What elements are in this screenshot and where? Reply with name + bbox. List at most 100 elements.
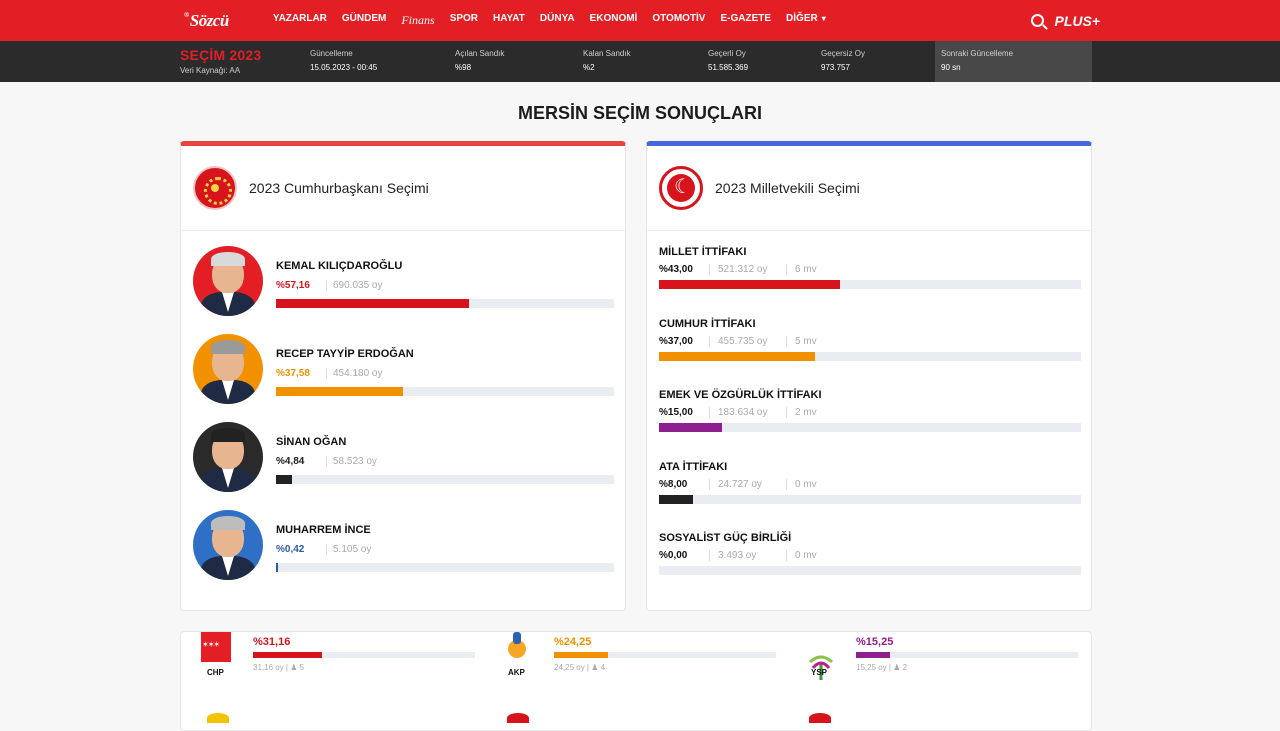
alliance-bar-fill <box>659 280 841 289</box>
alliance-name: MİLLET İTTİFAKI <box>659 246 747 258</box>
stat-label: Sonraki Güncelleme <box>941 49 1014 58</box>
presidential-card-title: 2023 Cumhurbaşkanı Seçimi <box>249 180 429 196</box>
party-pct-ysp: %15,25 <box>856 636 894 648</box>
alliance-row[interactable]: MİLLET İTTİFAKI %43,00 521.312 oy 6 mv <box>659 246 1081 301</box>
election-status-bar: SEÇİM 2023 Veri Kaynağı: AA Güncelleme 15… <box>0 41 1280 82</box>
alliance-percent: %43,00 <box>659 264 693 275</box>
candidate-bar-fill <box>276 299 470 308</box>
stat-value: 15.05.2023 - 00:45 <box>310 63 378 72</box>
nav-item-finans[interactable]: Finans <box>401 13 434 28</box>
party-meta-akp: 24,25 oy | ♟ 4 <box>554 663 606 672</box>
alliance-bar-track <box>659 280 1081 289</box>
top-navbar: ®Sözcü YAZARLAR GÜNDEM Finans SPOR HAYAT… <box>0 0 1280 41</box>
stat-label: Kalan Sandık <box>583 49 631 58</box>
candidate-bar-track <box>276 563 614 572</box>
candidate-row[interactable]: RECEP TAYYİP ERDOĞAN %37,58 454.180 oy <box>193 334 614 404</box>
nav-item-egazete[interactable]: E-GAZETE <box>720 13 771 28</box>
alliance-votes: 183.634 oy <box>709 407 768 418</box>
candidate-votes: 5.105 oy <box>326 544 371 555</box>
alliance-votes: 3.493 oy <box>709 550 756 561</box>
logo-text: Sözcü <box>189 10 230 30</box>
candidate-percent: %4,84 <box>276 456 305 467</box>
alliance-votes: 521.312 oy <box>709 264 768 275</box>
candidate-row[interactable]: KEMAL KILIÇDAROĞLU %57,16 690.035 oy <box>193 246 614 316</box>
candidate-bar-fill <box>276 563 278 572</box>
alliance-bar-fill <box>659 494 693 504</box>
nav-item-ekonomi[interactable]: EKONOMİ <box>590 13 638 28</box>
candidate-bar-fill <box>276 475 293 484</box>
alliance-bar-track <box>659 351 1081 361</box>
stat-opened-boxes: Açılan Sandık %98 <box>455 49 504 72</box>
party-pct-chp: %31,16 <box>253 636 291 648</box>
stat-label: Geçersiz Oy <box>821 49 866 58</box>
alliance-bar-track <box>659 423 1081 432</box>
party-logo-partial-icon <box>207 713 229 723</box>
nav-item-hayat[interactable]: HAYAT <box>493 13 525 28</box>
election-brand: SEÇİM 2023 Veri Kaynağı: AA <box>180 41 310 82</box>
candidate-bar-track <box>276 299 614 308</box>
alliance-name: SOSYALİST GÜÇ BİRLİĞİ <box>659 532 792 544</box>
alliance-seats: 5 mv <box>786 335 817 347</box>
nav-item-yazarlar[interactable]: YAZARLAR <box>273 13 327 28</box>
alliance-name: CUMHUR İTTİFAKI <box>659 317 756 330</box>
nav-item-gundem[interactable]: GÜNDEM <box>342 13 386 28</box>
stat-remaining-boxes: Kalan Sandık %2 <box>583 49 631 72</box>
candidate-photo <box>193 510 263 580</box>
party-bar-track-chp <box>253 652 475 658</box>
party-results-panel: CHP %31,16 31,16 oy | ♟ 5 AKP %24,25 24,… <box>180 631 1092 731</box>
party-meta-ysp: 15,25 oy | ♟ 2 <box>856 663 908 672</box>
stat-label: Geçerli Oy <box>708 49 746 58</box>
election-title[interactable]: SEÇİM 2023 <box>180 47 310 63</box>
data-source: Veri Kaynağı: AA <box>180 66 241 75</box>
candidate-bar-track <box>276 387 614 396</box>
nav-item-dunya[interactable]: DÜNYA <box>540 13 575 28</box>
party-bar-fill-ysp <box>856 652 890 658</box>
stat-valid-votes: Geçerli Oy 51.585.369 <box>708 49 748 72</box>
alliance-bar-fill <box>659 423 723 432</box>
party-bar-track-akp <box>554 652 776 658</box>
alliance-row[interactable]: EMEK VE ÖZGÜRLÜK İTTİFAKI %15,00 183.634 o… <box>659 389 1081 444</box>
stat-next-update: Sonraki Güncelleme 90 sn <box>935 41 1092 82</box>
candidate-votes: 690.035 oy <box>326 280 383 291</box>
sozcu-logo[interactable]: ®Sözcü <box>184 11 229 31</box>
candidate-row[interactable]: MUHARREM İNCE %0,42 5.105 oy <box>193 510 614 580</box>
candidate-votes: 454.180 oy <box>326 368 383 379</box>
candidate-row[interactable]: SİNAN OĞAN %4,84 58.523 oy <box>193 422 614 492</box>
candidate-name: KEMAL KILIÇDAROĞLU <box>276 260 403 272</box>
candidate-name: RECEP TAYYİP ERDOĞAN <box>276 348 414 360</box>
stat-label: Güncelleme <box>310 49 353 58</box>
page-title: MERSİN SEÇİM SONUÇLARI <box>517 103 762 123</box>
ysp-logo-icon <box>808 655 834 680</box>
stat-update: Güncelleme 15.05.2023 - 00:45 <box>310 49 377 72</box>
alliance-row[interactable]: SOSYALİST GÜÇ BİRLİĞİ %0,00 3.493 oy 0 mv <box>659 532 1081 587</box>
alliance-row[interactable]: ATA İTTİFAKI %8,00 24.727 oy 0 mv <box>659 461 1081 516</box>
presidential-card: 2023 Cumhurbaşkanı Seçimi KEMAL KILIÇDAR… <box>180 141 626 611</box>
nav-right: PLUS+ <box>1031 13 1100 29</box>
presidency-emblem-icon <box>193 166 237 210</box>
alliance-name: EMEK VE ÖZGÜRLÜK İTTİFAKI <box>659 389 822 401</box>
party-tag-ysp: YSP <box>811 668 828 677</box>
search-icon[interactable] <box>1031 14 1045 27</box>
parliament-card-title: 2023 Milletvekili Seçimi <box>715 180 860 196</box>
candidate-votes: 58.523 oy <box>326 456 377 467</box>
alliance-seats: 6 mv <box>786 264 817 275</box>
nav-item-otomotiv[interactable]: OTOMOTİV <box>652 13 705 28</box>
nav-item-diger[interactable]: DİĞER ▾ <box>786 13 826 28</box>
candidate-percent: %57,16 <box>276 280 310 291</box>
stat-value: 51.585.369 <box>708 63 749 72</box>
alliance-bar-track <box>659 566 1081 575</box>
plus-button[interactable]: PLUS+ <box>1054 13 1100 29</box>
alliance-row[interactable]: CUMHUR İTTİFAKI %37,00 455.735 oy 5 mv <box>659 318 1081 373</box>
alliance-name: ATA İTTİFAKI <box>659 460 728 473</box>
candidate-photo <box>193 334 263 404</box>
akp-logo-icon <box>506 632 530 660</box>
alliance-percent: %8,00 <box>659 478 688 490</box>
party-bar-track-ysp <box>856 652 1078 658</box>
nav-item-spor[interactable]: SPOR <box>450 13 478 28</box>
candidate-photo <box>193 422 263 492</box>
chp-logo-icon <box>201 632 231 662</box>
candidate-percent: %0,42 <box>276 544 305 555</box>
chevron-down-icon: ▾ <box>821 14 826 23</box>
alliance-percent: %15,00 <box>659 407 693 418</box>
alliance-bar-track <box>659 494 1081 504</box>
